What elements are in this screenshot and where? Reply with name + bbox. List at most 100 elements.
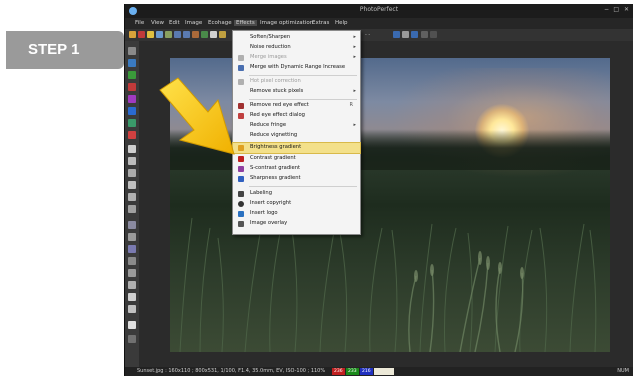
step-label: STEP 1 bbox=[6, 31, 124, 69]
status-red-value: 236 bbox=[332, 368, 345, 375]
print-icon[interactable] bbox=[165, 31, 172, 38]
menu-separator bbox=[249, 75, 357, 76]
menu-item-s-contrast-gradient[interactable]: S-contrast gradient bbox=[233, 164, 360, 174]
app-window: PhotoPerfect − □ ✕ File View Edit Image … bbox=[124, 4, 633, 376]
hdr-merge-icon bbox=[238, 65, 244, 71]
menu-item-reduce-vignetting[interactable]: Reduce vignetting bbox=[233, 131, 360, 141]
palette-tool-icon[interactable] bbox=[128, 95, 136, 103]
menu-item-sharpness-gradient[interactable]: Sharpness gradient bbox=[233, 174, 360, 184]
maximize-button[interactable]: □ bbox=[613, 6, 619, 13]
menu-help[interactable]: Help bbox=[335, 20, 348, 26]
compare-icon[interactable] bbox=[430, 31, 437, 38]
status-green-value: 233 bbox=[346, 368, 359, 375]
menu-item-hot-pixel-correction: Hot pixel correction bbox=[233, 77, 360, 87]
burn-tool-icon[interactable] bbox=[128, 281, 136, 289]
menu-edit[interactable]: Edit bbox=[169, 20, 180, 26]
info-icon[interactable] bbox=[210, 31, 217, 38]
scissors-tool-icon[interactable] bbox=[128, 169, 136, 177]
menu-file[interactable]: File bbox=[135, 20, 144, 26]
color-tool-icon[interactable] bbox=[128, 83, 136, 91]
fit-icon[interactable] bbox=[393, 31, 400, 38]
rotate-right-icon[interactable] bbox=[183, 31, 190, 38]
menu-bar: File View Edit Image Ecohage Effects Ima… bbox=[125, 18, 633, 29]
zoom-tool-icon[interactable] bbox=[128, 335, 136, 343]
menu-item-red-eye-dialog[interactable]: Red eye effect dialog bbox=[233, 111, 360, 121]
minimize-button[interactable]: − bbox=[604, 6, 609, 13]
landscape-tool-icon[interactable] bbox=[128, 71, 136, 79]
clone-tool-icon[interactable] bbox=[128, 157, 136, 165]
submenu-arrow-icon: ▸ bbox=[353, 44, 356, 50]
submenu-arrow-icon: ▸ bbox=[353, 54, 356, 60]
zoom-control[interactable]: - - bbox=[365, 32, 370, 38]
adjust-icon[interactable] bbox=[201, 31, 208, 38]
status-blue-value: 216 bbox=[360, 368, 373, 375]
dodge-tool-icon[interactable] bbox=[128, 269, 136, 277]
folder-icon[interactable] bbox=[147, 31, 154, 38]
tool-palette bbox=[125, 41, 139, 367]
menu-item-reduce-fringe[interactable]: Reduce fringe ▸ bbox=[233, 121, 360, 131]
submenu-arrow-icon: ▸ bbox=[353, 88, 356, 94]
circle-tool-icon[interactable] bbox=[128, 305, 136, 313]
menu-item-merge-dynamic-range[interactable]: Merge with Dynamic Range Increase bbox=[233, 63, 360, 73]
brush-tool-icon[interactable] bbox=[128, 145, 136, 153]
menu-ecohage[interactable]: Ecohage bbox=[208, 20, 232, 26]
pointer-arrow-icon bbox=[159, 77, 235, 155]
toolbar: - - bbox=[125, 29, 633, 41]
eraser-tool-icon[interactable] bbox=[128, 221, 136, 229]
menu-image[interactable]: Image bbox=[185, 20, 202, 26]
menu-effects[interactable]: Effects bbox=[234, 20, 257, 26]
submenu-arrow-icon: ▸ bbox=[353, 122, 356, 128]
layers-tool-icon[interactable] bbox=[128, 107, 136, 115]
sharpness-gradient-icon bbox=[238, 176, 244, 182]
status-num-lock: NUM bbox=[617, 368, 629, 374]
menu-item-soften-sharpen[interactable]: Soften/Sharpen ▸ bbox=[233, 33, 360, 43]
menu-item-remove-stuck-pixels[interactable]: Remove stuck pixels ▸ bbox=[233, 87, 360, 97]
title-bar: PhotoPerfect − □ ✕ bbox=[125, 4, 633, 18]
labeling-icon bbox=[238, 191, 244, 197]
menu-view[interactable]: View bbox=[151, 20, 164, 26]
rotate-left-icon[interactable] bbox=[174, 31, 181, 38]
submenu-arrow-icon: ▸ bbox=[353, 34, 356, 40]
menu-separator bbox=[249, 99, 357, 100]
status-file-info: Sunset.jpg : 160x110 ; 800x531, 1/100, F… bbox=[137, 368, 326, 374]
select-tool-icon[interactable] bbox=[128, 59, 136, 67]
menu-image-optimization[interactable]: Image optimization bbox=[260, 20, 313, 26]
delete-icon[interactable] bbox=[138, 31, 145, 38]
actual-size-icon[interactable] bbox=[402, 31, 409, 38]
save-icon[interactable] bbox=[156, 31, 163, 38]
menu-item-image-overlay[interactable]: Image overlay bbox=[233, 219, 360, 229]
s-contrast-gradient-icon bbox=[238, 166, 244, 172]
stamp-tool-icon[interactable] bbox=[128, 193, 136, 201]
open-icon[interactable] bbox=[129, 31, 136, 38]
move-tool-icon[interactable] bbox=[128, 47, 136, 55]
pen-tool-icon[interactable] bbox=[128, 233, 136, 241]
window-title: PhotoPerfect bbox=[359, 6, 399, 13]
levels-tool-icon[interactable] bbox=[128, 131, 136, 139]
menu-item-noise-reduction[interactable]: Noise reduction ▸ bbox=[233, 43, 360, 53]
text-tool-icon[interactable] bbox=[128, 321, 136, 329]
effects-dropdown-menu: Soften/Sharpen ▸ Noise reduction ▸ Merge i… bbox=[232, 30, 361, 235]
menu-item-insert-copyright[interactable]: Insert copyright bbox=[233, 199, 360, 209]
histogram-tool-icon[interactable] bbox=[128, 119, 136, 127]
fullscreen-icon[interactable] bbox=[411, 31, 418, 38]
menu-item-brightness-gradient[interactable]: Brightness gradient bbox=[232, 142, 361, 154]
menu-separator bbox=[249, 186, 357, 187]
menu-extras[interactable]: Extras bbox=[312, 20, 329, 26]
menu-item-insert-logo[interactable]: Insert logo bbox=[233, 209, 360, 219]
menu-item-contrast-gradient[interactable]: Contrast gradient bbox=[233, 154, 360, 164]
merge-icon bbox=[238, 55, 244, 61]
crop-tool-icon[interactable] bbox=[128, 205, 136, 213]
logo-icon bbox=[238, 211, 244, 217]
curve-tool-icon[interactable] bbox=[128, 245, 136, 253]
frame-tool-icon[interactable] bbox=[128, 181, 136, 189]
status-color-swatch bbox=[374, 368, 394, 375]
star-icon[interactable] bbox=[219, 31, 226, 38]
close-button[interactable]: ✕ bbox=[624, 6, 629, 13]
menu-item-labeling[interactable]: Labeling bbox=[233, 189, 360, 199]
crop-icon[interactable] bbox=[192, 31, 199, 38]
shape-tool-icon[interactable] bbox=[128, 293, 136, 301]
grid-icon[interactable] bbox=[421, 31, 428, 38]
menu-item-remove-red-eye[interactable]: Remove red eye effect R bbox=[233, 101, 360, 111]
overlay-icon bbox=[238, 221, 244, 227]
blur-tool-icon[interactable] bbox=[128, 257, 136, 265]
